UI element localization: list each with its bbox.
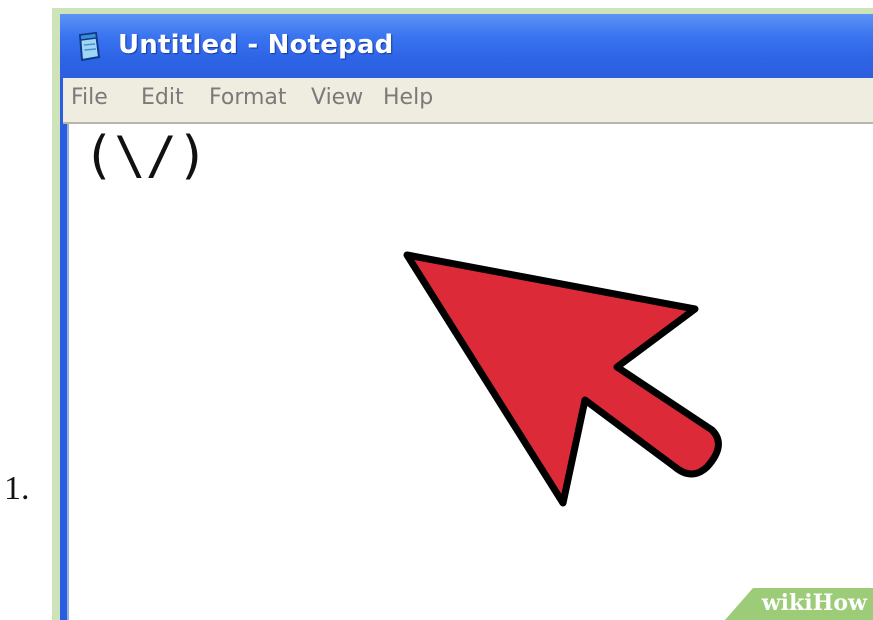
menu-view[interactable]: View — [311, 85, 363, 110]
title-bar[interactable]: Untitled - Notepad — [60, 14, 873, 78]
wikihow-watermark: wikiHow — [703, 580, 873, 620]
menu-file[interactable]: File — [71, 85, 108, 110]
watermark-how: How — [812, 590, 867, 616]
menu-edit[interactable]: Edit — [141, 85, 184, 110]
editor-content: (\/) — [83, 126, 209, 186]
watermark-text: wikiHow — [762, 590, 867, 616]
window-title: Untitled - Notepad — [118, 30, 394, 60]
menu-format[interactable]: Format — [209, 85, 287, 110]
menu-bar: File Edit Format View Help — [63, 78, 873, 124]
red-pointer-arrow-icon — [403, 251, 722, 507]
watermark-wiki: wiki — [761, 590, 813, 616]
step-number: 1. — [4, 470, 30, 507]
notepad-icon — [78, 32, 101, 62]
menu-help[interactable]: Help — [383, 85, 433, 110]
